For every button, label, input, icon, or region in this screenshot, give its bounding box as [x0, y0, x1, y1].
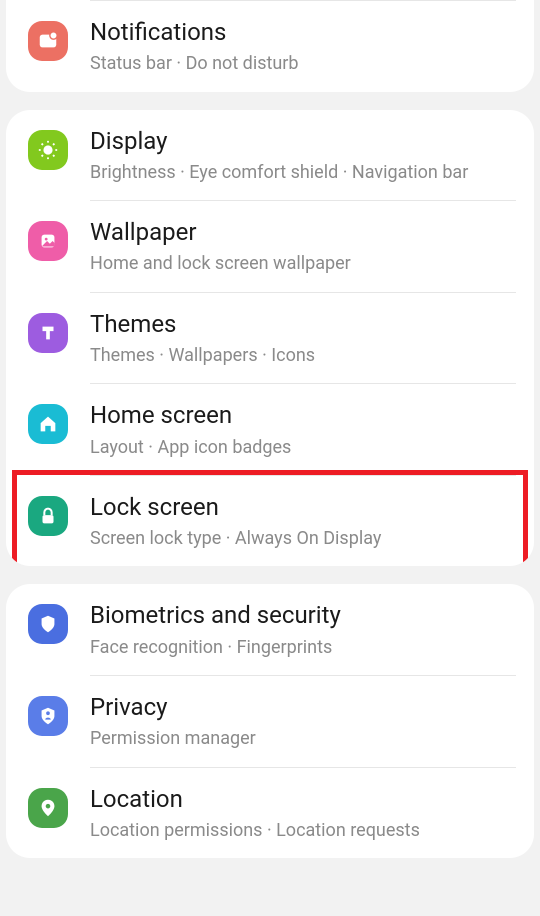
lock-icon — [28, 496, 68, 536]
brightness-icon — [28, 130, 68, 170]
settings-item-wallpaper[interactable]: Wallpaper Home and lock screen wallpaper — [6, 201, 534, 292]
settings-item-privacy[interactable]: Privacy Permission manager — [6, 676, 534, 767]
shield-icon — [28, 604, 68, 644]
settings-item-biometrics[interactable]: Biometrics and security Face recognition… — [6, 584, 534, 675]
themes-icon — [28, 313, 68, 353]
settings-item-lock-screen[interactable]: Lock screen Screen lock type · Always On… — [6, 476, 534, 567]
item-subtitle: Themes · Wallpapers · Icons — [90, 344, 516, 367]
item-title: Notifications — [90, 17, 516, 48]
item-subtitle: Screen lock type · Always On Display — [90, 527, 516, 550]
wallpaper-icon — [28, 221, 68, 261]
bell-icon — [28, 21, 68, 61]
item-subtitle: Face recognition · Fingerprints — [90, 636, 516, 659]
item-subtitle: Home and lock screen wallpaper — [90, 252, 516, 275]
item-subtitle: Location permissions · Location requests — [90, 819, 516, 842]
home-icon — [28, 404, 68, 444]
item-title: Wallpaper — [90, 217, 516, 248]
privacy-icon — [28, 696, 68, 736]
item-title: Themes — [90, 309, 516, 340]
settings-item-notifications[interactable]: Notifications Status bar · Do not distur… — [6, 1, 534, 92]
pin-icon — [28, 788, 68, 828]
item-subtitle: Brightness · Eye comfort shield · Naviga… — [90, 161, 516, 184]
item-subtitle: Permission manager — [90, 727, 516, 750]
settings-item-home-screen[interactable]: Home screen Layout · App icon badges — [6, 384, 534, 475]
settings-item-themes[interactable]: Themes Themes · Wallpapers · Icons — [6, 293, 534, 384]
settings-card: Display Brightness · Eye comfort shield … — [6, 110, 534, 567]
item-title: Home screen — [90, 400, 516, 431]
settings-item-location[interactable]: Location Location permissions · Location… — [6, 768, 534, 859]
item-title: Location — [90, 784, 516, 815]
item-subtitle: Layout · App icon badges — [90, 436, 516, 459]
settings-item-display[interactable]: Display Brightness · Eye comfort shield … — [6, 110, 534, 201]
settings-card: Notifications Status bar · Do not distur… — [6, 0, 534, 92]
item-title: Biometrics and security — [90, 600, 516, 631]
item-subtitle: Status bar · Do not disturb — [90, 52, 516, 75]
item-title: Display — [90, 126, 516, 157]
item-title: Privacy — [90, 692, 516, 723]
settings-card: Biometrics and security Face recognition… — [6, 584, 534, 858]
item-title: Lock screen — [90, 492, 516, 523]
